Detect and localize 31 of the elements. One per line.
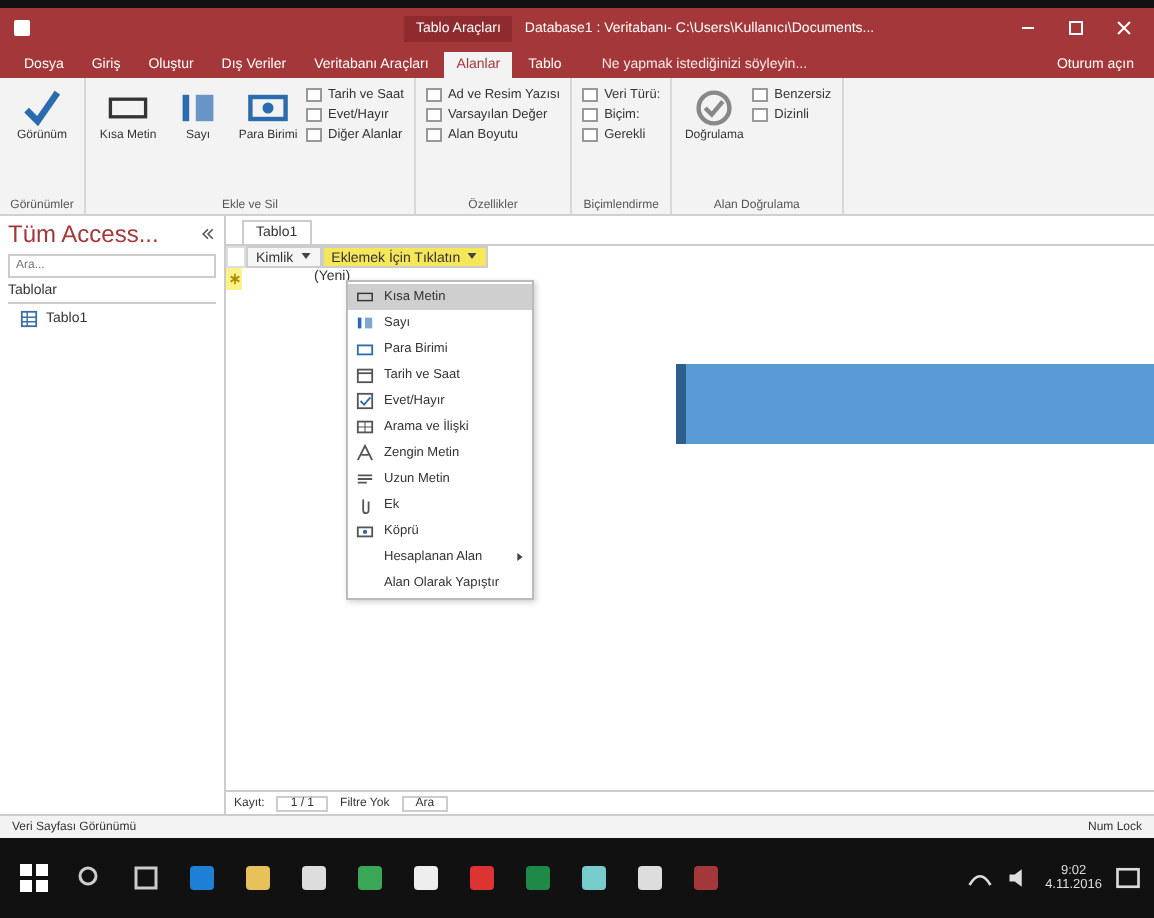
letter-icon <box>356 444 374 462</box>
lines-icon <box>356 470 374 488</box>
windows-logo-icon[interactable] <box>18 862 50 894</box>
collapse-icon[interactable] <box>200 226 216 242</box>
app-icon[interactable] <box>354 862 386 894</box>
submenu-arrow-icon <box>516 552 524 562</box>
close-icon[interactable] <box>1114 18 1134 38</box>
app-icon[interactable] <box>410 862 442 894</box>
app-logo-icon <box>12 18 32 38</box>
nav-pane-title: Tüm Access... <box>8 220 159 248</box>
app-icon[interactable] <box>634 862 666 894</box>
task-view-icon[interactable] <box>130 862 162 894</box>
app-icon[interactable] <box>578 862 610 894</box>
dropdown-arrow-icon[interactable] <box>466 250 479 262</box>
text-box-icon <box>356 288 374 306</box>
number-icon <box>356 314 374 332</box>
checkmark-icon <box>20 86 64 130</box>
table-icon <box>20 310 38 328</box>
app-icon[interactable] <box>242 862 274 894</box>
notification-icon[interactable] <box>1114 864 1142 892</box>
app-icon[interactable] <box>298 862 330 894</box>
check-circle-icon <box>692 86 737 130</box>
calendar-icon <box>356 366 374 384</box>
paperclip-icon <box>356 496 374 514</box>
dropdown-arrow-icon[interactable] <box>299 250 312 262</box>
asterisk-icon[interactable] <box>227 272 241 286</box>
checkbox-icon <box>356 392 374 410</box>
table-icon <box>356 418 374 436</box>
currency-icon <box>356 340 374 358</box>
link-icon <box>356 522 374 540</box>
maximize-icon[interactable] <box>1066 18 1086 38</box>
